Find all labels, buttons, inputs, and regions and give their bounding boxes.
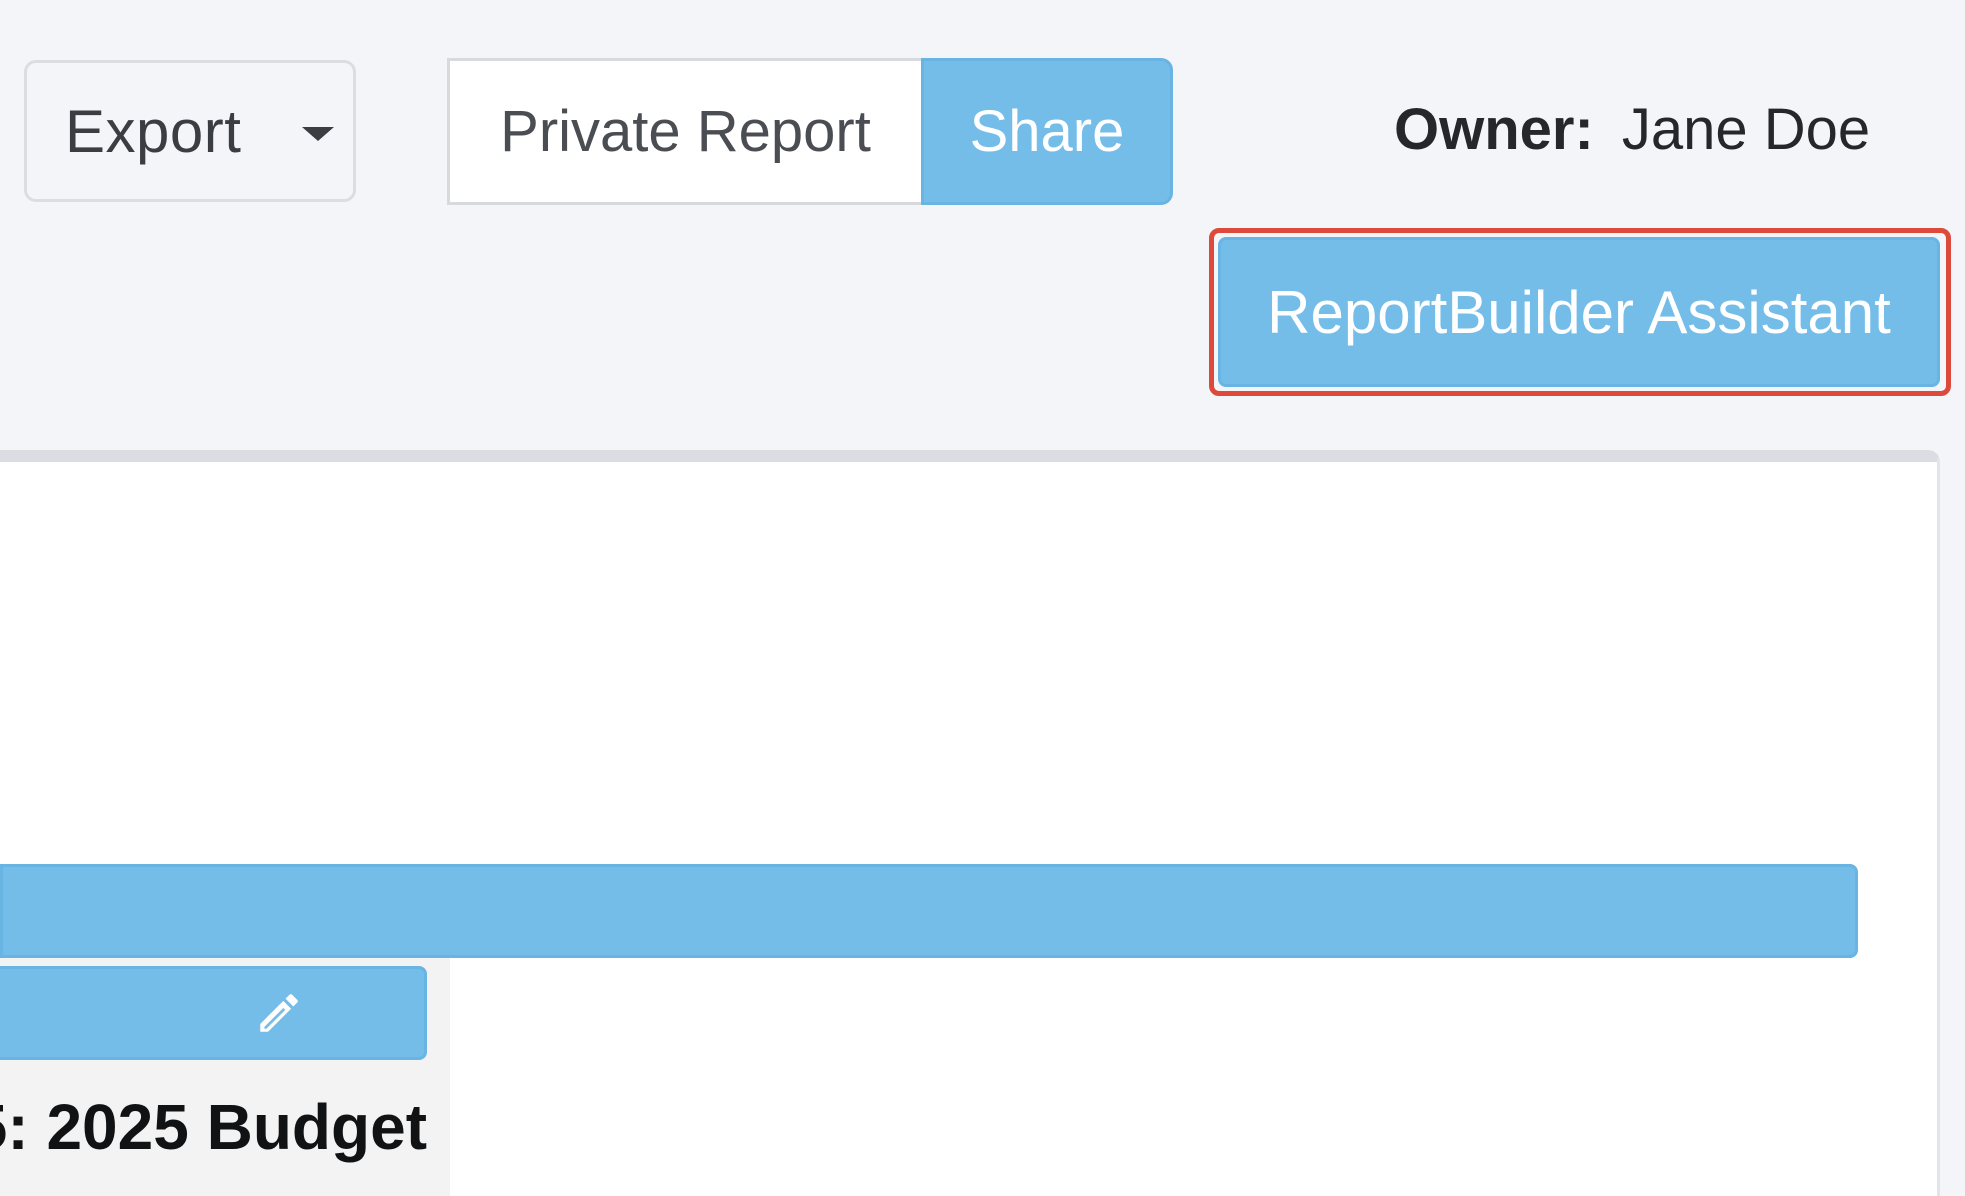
- owner-key: Owner:: [1394, 97, 1594, 162]
- owner-name: Jane Doe: [1621, 97, 1871, 162]
- export-dropdown[interactable]: Export: [24, 60, 356, 202]
- export-label: Export: [65, 97, 242, 165]
- edit-button[interactable]: [0, 966, 427, 1060]
- report-page: Export Private Report Share Owner: Jane D…: [0, 0, 1965, 1196]
- visibility-button-group: Private Report Share: [447, 58, 1173, 205]
- share-button[interactable]: Share: [921, 58, 1173, 205]
- report-item-title: 5: 2025 Budget: [0, 1091, 427, 1163]
- pencil-icon: [259, 994, 298, 1032]
- reportbuilder-assistant-button[interactable]: ReportBuilder Assistant: [1218, 237, 1940, 387]
- section-header-bar: [0, 864, 1858, 958]
- caret-down-icon: [302, 127, 334, 141]
- owner-info: Owner: Jane Doe: [1394, 96, 1870, 163]
- private-report-button[interactable]: Private Report: [447, 58, 921, 205]
